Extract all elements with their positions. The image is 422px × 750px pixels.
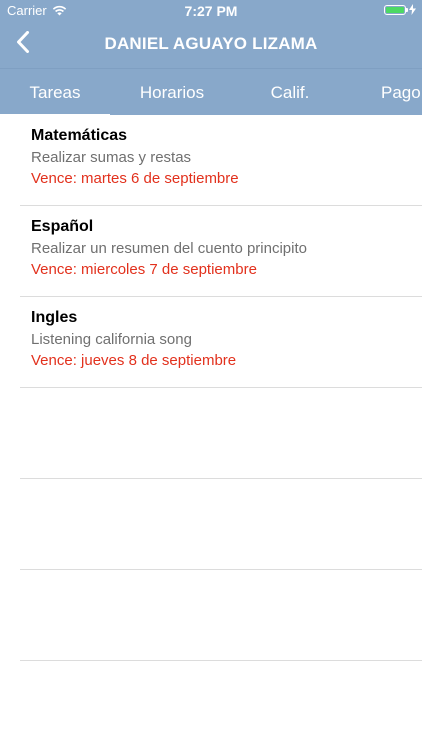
task-list: Matemáticas Realizar sumas y restas Venc… [0,115,422,661]
task-row[interactable]: Matemáticas Realizar sumas y restas Venc… [0,115,422,206]
empty-row [0,570,422,661]
empty-row [0,479,422,570]
task-row[interactable]: Ingles Listening california song Vence: … [0,297,422,388]
task-description: Listening california song [31,331,192,348]
tab-label: Horarios [139,82,205,102]
task-due-date: Vence: martes 6 de septiembre [31,170,239,187]
navigation-bar: DANIEL AGUAYO LIZAMA [0,22,422,66]
task-subject: Matemáticas [31,127,128,144]
tab-horarios[interactable]: Horarios [116,69,228,116]
empty-row [0,388,422,479]
header-bar: Carrier 7:27 PM DANIEL AGUAYO LIZAMA [0,0,422,68]
battery-level [386,6,404,13]
battery-group [384,4,416,15]
tab-label: Calif. [270,82,310,102]
task-row[interactable]: Español Realizar un resumen del cuento p… [0,206,422,297]
task-description: Realizar sumas y restas [31,149,192,166]
task-subject: Ingles [31,309,78,326]
tab-label: Pago [381,82,421,102]
status-time: 7:27 PM [184,3,238,19]
tab-pagos[interactable]: Pago [352,69,422,116]
task-due-date: Vence: jueves 8 de septiembre [31,352,237,369]
tab-calificaciones[interactable]: Calif. [235,69,345,116]
status-bar: Carrier 7:27 PM [0,0,422,22]
task-due-date: Vence: miercoles 7 de septiembre [31,261,257,278]
task-description: Realizar un resumen del cuento principit… [31,240,307,257]
app-screen: Carrier 7:27 PM DANIEL AGUAYO LIZAMA Tar… [0,0,422,750]
task-subject: Español [31,218,94,235]
tab-bar: Tareas Horarios Calif. Pago [0,68,422,117]
tab-label: Tareas [29,82,81,102]
tab-tareas[interactable]: Tareas [0,69,110,117]
battery-icon [384,4,408,15]
page-title: DANIEL AGUAYO LIZAMA [104,34,318,53]
charging-icon [409,4,416,15]
